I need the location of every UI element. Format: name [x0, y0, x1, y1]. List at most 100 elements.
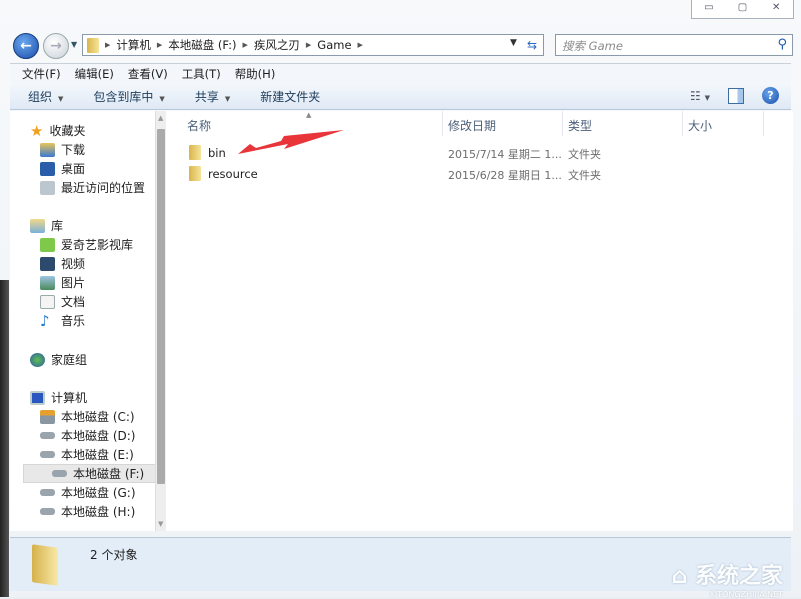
nav-drive-d[interactable]: 本地磁盘 (D:)	[40, 426, 135, 445]
nav-downloads[interactable]: 下载	[40, 140, 85, 159]
search-icon[interactable]: ⚲	[777, 37, 787, 52]
nav-label: 库	[51, 217, 63, 234]
scroll-up-icon[interactable]: ▲	[158, 114, 163, 122]
recent-places-icon	[40, 181, 55, 195]
menu-help[interactable]: 帮助(H)	[235, 66, 276, 82]
nav-pictures[interactable]: 图片	[40, 273, 85, 292]
chevron-down-icon: ▼	[159, 95, 164, 103]
address-bar[interactable]: ▶ 计算机 ▶ 本地磁盘 (F:) ▶ 疾风之刃 ▶ Game ▶ ▼ ⇆	[82, 34, 544, 56]
nav-label: 本地磁盘 (C:)	[61, 408, 135, 425]
chevron-right-icon[interactable]: ▶	[105, 41, 110, 49]
refresh-icon[interactable]: ⇆	[527, 38, 537, 52]
view-options-button[interactable]: ☷ ▼	[690, 89, 710, 103]
nav-drive-e[interactable]: 本地磁盘 (E:)	[40, 445, 134, 464]
menu-tools[interactable]: 工具(T)	[182, 66, 221, 82]
drive-icon	[40, 489, 55, 496]
nav-label: 图片	[61, 274, 85, 291]
forward-button[interactable]: →	[43, 33, 69, 59]
scrollbar-thumb[interactable]	[157, 129, 165, 484]
window-controls: ▭ ▢ ✕	[691, 0, 794, 19]
preview-pane-icon[interactable]	[728, 88, 744, 104]
command-bar: 组织▼ 包含到库中 ▼ 共享 ▼ 新建文件夹 ☷ ▼ ?	[10, 83, 791, 110]
menu-view[interactable]: 查看(V)	[128, 66, 168, 82]
navigation-pane: ★ 收藏夹 下载 桌面 最近访问的位置 库 爱奇艺影视库 视频 图片 文档 ♪ 音乐…	[10, 111, 155, 531]
background-edge	[0, 280, 9, 597]
address-dropdown-icon[interactable]: ▼	[510, 38, 517, 52]
nav-label: 本地磁盘 (H:)	[61, 503, 135, 520]
nav-drive-g[interactable]: 本地磁盘 (G:)	[40, 483, 136, 502]
menu-bar: 文件(F) 编辑(E) 查看(V) 工具(T) 帮助(H)	[10, 63, 791, 83]
breadcrumb-drive-f[interactable]: 本地磁盘 (F:)	[168, 37, 236, 53]
share-label: 共享	[195, 90, 219, 104]
chevron-right-icon[interactable]: ▶	[358, 41, 363, 49]
nav-drive-c[interactable]: 本地磁盘 (C:)	[40, 407, 135, 426]
maximize-button[interactable]: ▢	[726, 0, 760, 18]
nav-label: 音乐	[61, 312, 85, 329]
nav-music[interactable]: ♪ 音乐	[40, 311, 85, 330]
watermark-logo: ⌂ 系统之家XITONGZHIJIA.NET	[672, 558, 783, 599]
pictures-icon	[40, 276, 55, 290]
music-icon: ♪	[40, 312, 55, 330]
nav-label: 下载	[61, 141, 85, 158]
nav-videos[interactable]: 视频	[40, 254, 85, 273]
chevron-down-icon: ▼	[225, 95, 230, 103]
breadcrumb-computer[interactable]: 计算机	[116, 37, 151, 53]
documents-icon	[40, 295, 55, 309]
minimize-button[interactable]: ▭	[692, 0, 726, 18]
drive-icon	[40, 432, 55, 439]
nav-label: 视频	[61, 255, 85, 272]
library-icon	[30, 219, 45, 233]
nav-iqiyi-library[interactable]: 爱奇艺影视库	[40, 235, 133, 254]
drive-icon	[40, 451, 55, 458]
nav-libraries[interactable]: 库	[30, 216, 63, 235]
item-count: 2 个对象	[90, 546, 137, 563]
homegroup-icon	[30, 353, 45, 367]
share-button[interactable]: 共享 ▼	[195, 88, 230, 105]
nav-documents[interactable]: 文档	[40, 292, 85, 311]
nav-drive-h[interactable]: 本地磁盘 (H:)	[40, 502, 135, 521]
recent-pages-dropdown[interactable]: ▼	[71, 40, 77, 49]
menu-edit[interactable]: 编辑(E)	[75, 66, 114, 82]
folder-icon	[87, 38, 99, 53]
system-drive-icon	[40, 410, 55, 424]
help-button[interactable]: ?	[762, 87, 779, 104]
chevron-right-icon[interactable]: ▶	[306, 41, 311, 49]
nav-drive-f[interactable]: 本地磁盘 (F:)	[23, 464, 161, 483]
file-list: 名称 ▲ 修改日期 类型 大小 bin 2015/7/14 星期二 1... 文…	[166, 111, 793, 531]
iqiyi-icon	[40, 238, 55, 252]
nav-label: 收藏夹	[49, 122, 85, 139]
video-icon	[40, 257, 55, 271]
chevron-right-icon[interactable]: ▶	[157, 41, 162, 49]
download-folder-icon	[40, 143, 55, 157]
nav-label: 本地磁盘 (F:)	[73, 465, 144, 482]
nav-label: 计算机	[51, 389, 87, 406]
computer-icon	[30, 391, 45, 405]
address-row: ← → ▼ ▶ 计算机 ▶ 本地磁盘 (F:) ▶ 疾风之刃 ▶ Game ▶ …	[10, 33, 791, 57]
breadcrumb-game[interactable]: Game	[317, 38, 351, 52]
nav-label: 本地磁盘 (E:)	[61, 446, 134, 463]
star-icon: ★	[30, 122, 43, 140]
search-input[interactable]: 搜索 Game ⚲	[555, 34, 793, 56]
scroll-down-icon[interactable]: ▼	[158, 520, 163, 528]
nav-desktop[interactable]: 桌面	[40, 159, 85, 178]
nav-scrollbar[interactable]: ▲ ▼	[155, 111, 166, 531]
nav-computer[interactable]: 计算机	[30, 388, 87, 407]
new-folder-button[interactable]: 新建文件夹	[260, 88, 320, 105]
nav-homegroup[interactable]: 家庭组	[30, 350, 87, 369]
organize-label: 组织	[28, 90, 52, 104]
close-button[interactable]: ✕	[759, 0, 793, 18]
include-in-library-button[interactable]: 包含到库中 ▼	[93, 88, 164, 105]
folder-icon	[32, 544, 58, 586]
include-label: 包含到库中	[93, 90, 153, 104]
nav-recent-places[interactable]: 最近访问的位置	[40, 178, 145, 197]
back-button[interactable]: ←	[13, 33, 39, 59]
nav-label: 家庭组	[51, 351, 87, 368]
menu-file[interactable]: 文件(F)	[22, 66, 61, 82]
breadcrumb-game-folder[interactable]: 疾风之刃	[254, 37, 300, 53]
nav-favorites[interactable]: ★ 收藏夹	[30, 121, 85, 140]
chevron-right-icon[interactable]: ▶	[243, 41, 248, 49]
nav-label: 爱奇艺影视库	[61, 236, 133, 253]
organize-button[interactable]: 组织▼	[28, 88, 63, 105]
nav-label: 最近访问的位置	[61, 179, 145, 196]
nav-label: 文档	[61, 293, 85, 310]
